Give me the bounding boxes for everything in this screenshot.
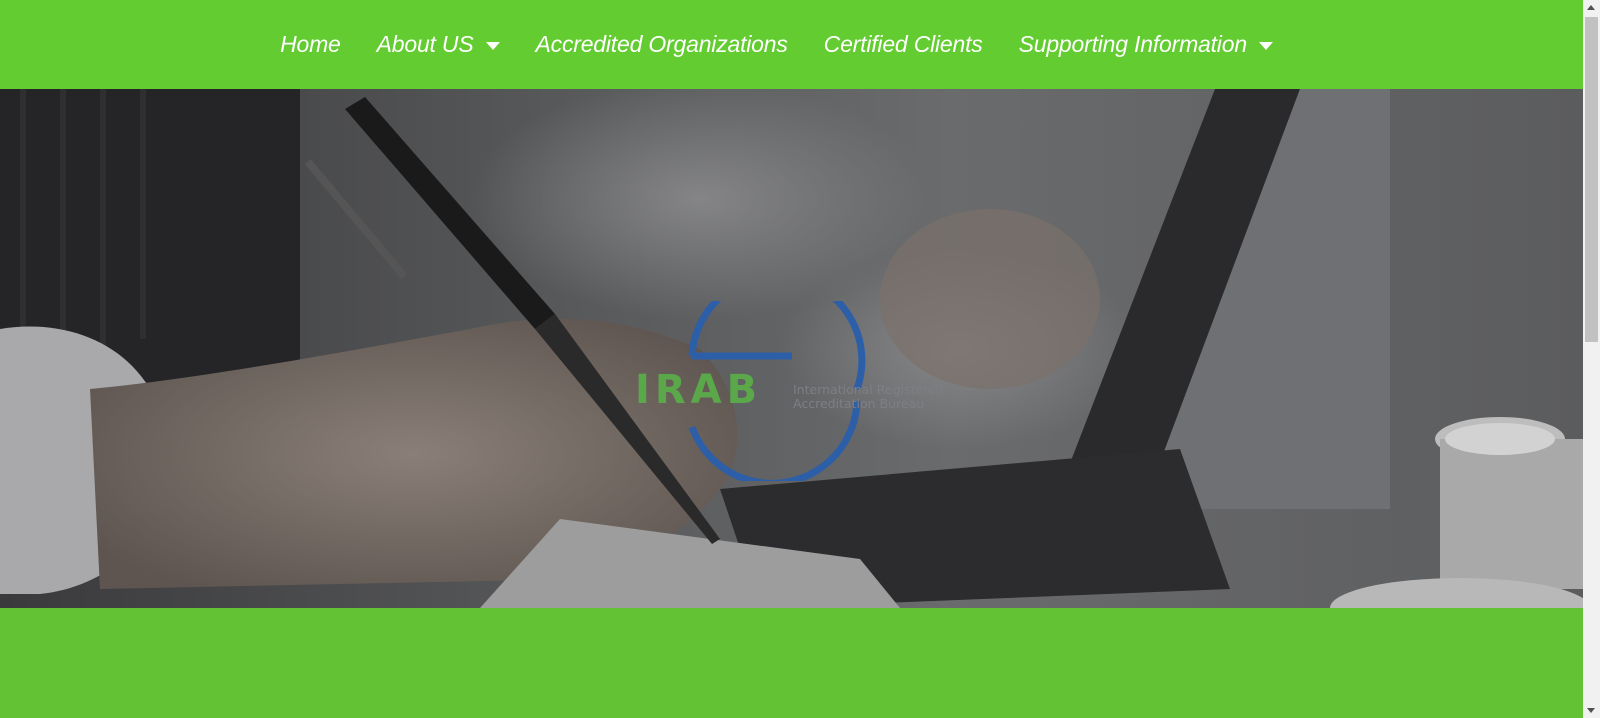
scroll-down-icon[interactable]	[1587, 708, 1595, 713]
logo-tagline: International Registered Accreditation B…	[793, 383, 944, 411]
logo-tagline-line-2: Accreditation Bureau	[793, 396, 925, 411]
irab-logo: IRAB International Registered Accreditat…	[630, 301, 970, 481]
lower-green-section	[0, 608, 1583, 718]
nav-item-label: Certified Clients	[823, 31, 983, 57]
scrollbar-thumb[interactable]	[1585, 17, 1598, 342]
nav-item-label: Accredited Organizations	[535, 31, 788, 57]
nav-item-label: Home	[280, 31, 341, 57]
caret-down-icon	[1258, 41, 1273, 50]
scroll-up-icon[interactable]	[1587, 5, 1595, 10]
vertical-scrollbar[interactable]	[1583, 0, 1600, 718]
top-navbar: Home About US Accredited Organizations C…	[0, 0, 1583, 89]
nav-item-accredited-organizations[interactable]: Accredited Organizations	[518, 31, 806, 58]
nav-item-home[interactable]: Home	[262, 31, 359, 58]
hero-banner: IRAB International Registered Accreditat…	[0, 89, 1583, 608]
nav-item-label: About US	[376, 31, 474, 57]
logo-tagline-line-1: International Registered	[793, 382, 944, 397]
nav-menu: Home About US Accredited Organizations C…	[262, 31, 1291, 58]
nav-item-certified-clients[interactable]: Certified Clients	[806, 31, 1001, 58]
nav-item-supporting-information[interactable]: Supporting Information	[1001, 31, 1291, 58]
logo-wordmark: IRAB	[635, 367, 763, 413]
page: Home About US Accredited Organizations C…	[0, 0, 1583, 718]
nav-item-about-us[interactable]: About US	[359, 31, 518, 58]
caret-down-icon	[485, 41, 500, 50]
nav-item-label: Supporting Information	[1018, 31, 1247, 57]
